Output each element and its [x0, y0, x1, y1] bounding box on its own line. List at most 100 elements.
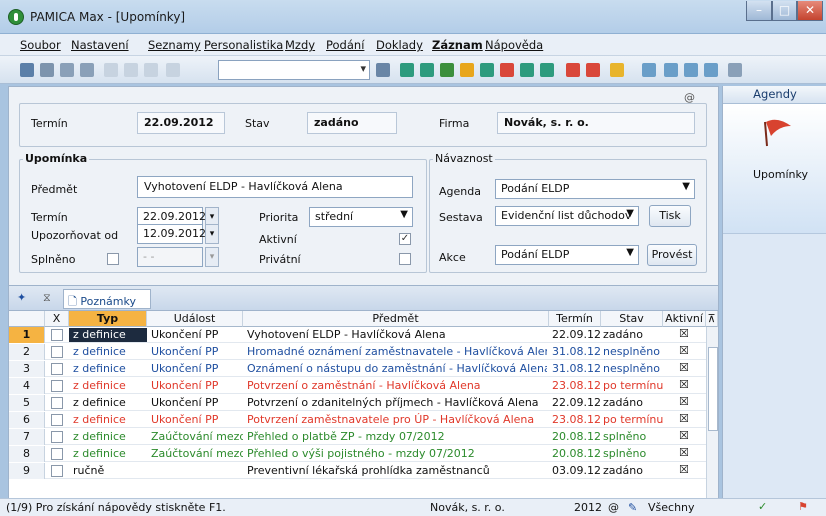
menu-podani[interactable]: Podání [326, 38, 364, 52]
table-row[interactable]: 8 z definice Zaúčtování mezd Přehled o výši… [9, 446, 706, 462]
cell-stav: po termínu [603, 379, 663, 392]
table-row[interactable]: 3 z definice Ukončení PP Oznámení o nástupu… [9, 361, 706, 377]
upozornovat-date-input[interactable]: 12.09.2012 [137, 224, 206, 244]
agenda-m3-icon[interactable] [540, 63, 554, 77]
row-select-checkbox[interactable] [51, 431, 63, 443]
menu-zaznam[interactable]: Záznam [432, 38, 483, 52]
window-icon[interactable] [664, 63, 678, 77]
save-icon[interactable] [124, 63, 138, 77]
cell-typ: ručně [73, 464, 105, 477]
table-row[interactable]: 6 z definice Ukončení PP Potvrzení zaměstna… [9, 412, 706, 428]
akce-select[interactable]: Podání ELDP ▼ [495, 245, 639, 265]
person-icon[interactable] [420, 63, 434, 77]
folder-icon[interactable] [610, 63, 624, 77]
column-header-termin[interactable]: Termín [549, 311, 601, 327]
splneno-dropdown-button[interactable]: ▾ [205, 247, 219, 267]
row-select-checkbox[interactable] [51, 465, 63, 477]
sidebar-item-upominky[interactable]: Upomínky [723, 104, 826, 234]
pin-icon[interactable]: ✦ [17, 291, 26, 304]
menu-doklady[interactable]: Doklady [376, 38, 423, 52]
row-select-checkbox[interactable] [51, 397, 63, 409]
copy-icon[interactable] [166, 63, 180, 77]
provest-button[interactable]: Provést [647, 244, 697, 266]
row-select-checkbox[interactable] [51, 329, 63, 341]
tisk-button[interactable]: Tisk [649, 205, 691, 227]
minimize-button[interactable]: – [746, 1, 772, 21]
column-header-typ[interactable]: Typ [69, 311, 147, 327]
aktivni-checkbox[interactable]: ☒ [679, 344, 689, 357]
table-row[interactable]: 5 z definice Ukončení PP Potvrzení o zdanit… [9, 395, 706, 411]
aktivni-checkbox[interactable]: ✓ [399, 233, 411, 245]
flag-red-icon[interactable] [586, 63, 600, 77]
filter-icon[interactable] [376, 63, 390, 77]
flag-icon[interactable] [566, 63, 580, 77]
aktivni-checkbox[interactable]: ☒ [679, 429, 689, 442]
table-icon[interactable] [642, 63, 656, 77]
aktivni-checkbox[interactable]: ☒ [679, 395, 689, 408]
aktivni-checkbox[interactable]: ☒ [679, 412, 689, 425]
column-header-udalost[interactable]: Událost [147, 311, 243, 327]
agenda-red-icon[interactable] [500, 63, 514, 77]
table-row[interactable]: 2 z definice Ukončení PP Hromadné oznámení … [9, 344, 706, 360]
window3-icon[interactable] [704, 63, 718, 77]
preview-icon[interactable] [80, 63, 94, 77]
save-all-icon[interactable] [144, 63, 158, 77]
window2-icon[interactable] [684, 63, 698, 77]
cell-termin: 23.08.12 [552, 413, 600, 426]
column-header-aktivni[interactable]: Aktivní [663, 311, 706, 327]
aktivni-checkbox[interactable]: ☒ [679, 463, 689, 476]
close-button[interactable]: ✕ [797, 1, 823, 21]
print-icon[interactable] [60, 63, 74, 77]
priorita-select[interactable]: střední ▼ [309, 207, 413, 227]
agenda-m-icon[interactable] [400, 63, 414, 77]
menu-napoveda[interactable]: Nápověda [485, 38, 543, 52]
menu-personalistika[interactable]: Personalistika [204, 38, 283, 52]
splneno-date-input[interactable]: - - [137, 247, 203, 267]
row-number: 3 [9, 361, 45, 377]
aktivni-checkbox[interactable]: ☒ [679, 327, 689, 340]
agenda-m2-icon[interactable] [520, 63, 534, 77]
agenda-icon[interactable] [480, 63, 494, 77]
table-row[interactable]: 9 ručně Preventivní lékařská prohlídka zam… [9, 463, 706, 479]
maximize-button[interactable]: □ [772, 1, 797, 21]
column-header-x[interactable]: X [45, 311, 69, 327]
menu-nastaveni[interactable]: Nastavení [71, 38, 129, 52]
scrollbar-thumb[interactable] [708, 347, 718, 431]
table-row[interactable]: 7 z definice Zaúčtování mezd Přehled o plat… [9, 429, 706, 445]
status-filter[interactable]: Všechny [648, 501, 695, 514]
row-select-checkbox[interactable] [51, 448, 63, 460]
predmet-input[interactable]: Vyhotovení ELDP - Havlíčková Alena [137, 176, 413, 198]
tab-poznamky[interactable]: 🗋 Poznámky [63, 289, 151, 309]
table-row[interactable]: 1 z definice Ukončení PP Vyhotovení ELDP - … [9, 327, 706, 343]
privatni-checkbox[interactable] [399, 253, 411, 265]
scroll-top-button[interactable]: ⊼ [706, 311, 718, 327]
column-header-stav[interactable]: Stav [601, 311, 663, 327]
column-header-predmet[interactable]: Předmět [243, 311, 549, 327]
sestava-select[interactable]: Evidenční list důchodov ▼ [495, 206, 639, 226]
aktivni-checkbox[interactable]: ☒ [679, 378, 689, 391]
row-select-checkbox[interactable] [51, 363, 63, 375]
aktivni-checkbox[interactable]: ☒ [679, 361, 689, 374]
table-row[interactable]: 4 z definice Ukončení PP Potvrzení o zaměst… [9, 378, 706, 394]
help-icon[interactable] [728, 63, 742, 77]
menu-mzdy[interactable]: Mzdy [285, 38, 315, 52]
row-select-checkbox[interactable] [51, 346, 63, 358]
row-select-checkbox[interactable] [51, 380, 63, 392]
toolbar-combo[interactable] [218, 60, 370, 80]
new-record-icon[interactable] [20, 63, 34, 77]
splneno-checkbox[interactable] [107, 253, 119, 265]
upozornovat-dropdown-button[interactable]: ▾ [205, 224, 219, 244]
document-icon[interactable] [104, 63, 118, 77]
aktivni-checkbox[interactable]: ☒ [679, 446, 689, 459]
vertical-scrollbar[interactable] [706, 327, 718, 499]
menu-seznamy[interactable]: Seznamy [148, 38, 201, 52]
menu-soubor[interactable]: Soubor [20, 38, 61, 52]
search-icon[interactable] [40, 63, 54, 77]
group-icon[interactable] [440, 63, 454, 77]
row-number: 8 [9, 446, 45, 462]
warning-icon[interactable] [460, 63, 474, 77]
akce-value: Podání ELDP [501, 248, 570, 261]
row-select-checkbox[interactable] [51, 414, 63, 426]
agenda-select[interactable]: Podání ELDP ▼ [495, 179, 695, 199]
filter-icon[interactable]: ⧖ [43, 291, 51, 305]
